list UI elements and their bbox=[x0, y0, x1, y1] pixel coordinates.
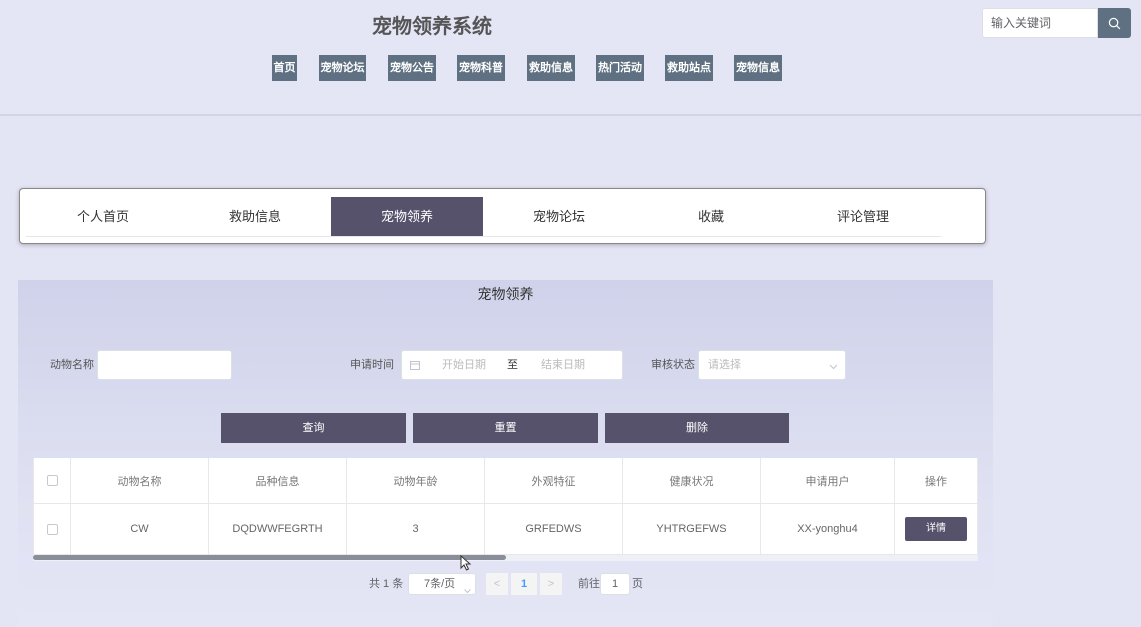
nav-pet-science[interactable]: 宠物科普 bbox=[457, 55, 505, 81]
site-title: 宠物领养系统 bbox=[372, 16, 492, 38]
tab-pet-forum[interactable]: 宠物论坛 bbox=[483, 197, 635, 237]
col-header-breed: 品种信息 bbox=[209, 458, 347, 504]
chevron-down-icon bbox=[464, 581, 471, 601]
search-input[interactable] bbox=[982, 8, 1098, 38]
cell-animal-name: CW bbox=[71, 504, 209, 555]
nav-pet-forum[interactable]: 宠物论坛 bbox=[319, 55, 366, 81]
site-header: 宠物领养系统 首页 宠物论坛 宠物公告 宠物科普 救助信息 热门活动 救助站点 … bbox=[0, 0, 1141, 116]
cell-appearance: GRFEDWS bbox=[485, 504, 623, 555]
cell-health: YHTRGEFWS bbox=[623, 504, 761, 555]
goto-label: 前往 bbox=[578, 578, 600, 590]
cell-user: XX-yonghu4 bbox=[761, 504, 895, 555]
calendar-icon bbox=[410, 351, 420, 379]
animal-name-label: 动物名称 bbox=[50, 359, 94, 371]
next-page-button[interactable]: > bbox=[540, 573, 562, 595]
main-nav: 首页 宠物论坛 宠物公告 宠物科普 救助信息 热门活动 救助站点 宠物信息 bbox=[0, 55, 1141, 81]
status-label: 审核状态 bbox=[651, 359, 695, 371]
row-checkbox[interactable] bbox=[46, 523, 58, 535]
select-all-cell bbox=[33, 458, 71, 504]
col-header-appearance: 外观特征 bbox=[485, 458, 623, 504]
search-button[interactable] bbox=[1098, 8, 1131, 38]
table-header-row: 动物名称 品种信息 动物年龄 外观特征 健康状况 申请用户 操作 bbox=[33, 458, 978, 504]
section-title: 宠物领养 bbox=[477, 286, 534, 302]
nav-home[interactable]: 首页 bbox=[272, 55, 297, 81]
goto-page-input[interactable]: 1 bbox=[600, 573, 630, 595]
page-number-current[interactable]: 1 bbox=[511, 573, 537, 595]
animal-name-input[interactable] bbox=[97, 350, 232, 380]
select-all-checkbox[interactable] bbox=[46, 475, 58, 486]
chevron-down-icon bbox=[829, 361, 838, 373]
tab-underline bbox=[26, 236, 941, 237]
adoption-table: 动物名称 品种信息 动物年龄 外观特征 健康状况 申请用户 操作 CW DQDW… bbox=[33, 458, 978, 555]
start-date-placeholder: 开始日期 bbox=[442, 359, 486, 371]
col-header-user: 申请用户 bbox=[761, 458, 895, 504]
cell-age: 3 bbox=[347, 504, 485, 555]
row-select-cell bbox=[33, 504, 71, 555]
status-placeholder: 请选择 bbox=[708, 359, 741, 371]
reset-button[interactable]: 重置 bbox=[413, 413, 598, 443]
cell-action: 详情 bbox=[895, 504, 978, 555]
detail-button[interactable]: 详情 bbox=[905, 517, 967, 541]
col-header-health: 健康状况 bbox=[623, 458, 761, 504]
nav-rescue-stations[interactable]: 救助站点 bbox=[665, 55, 713, 81]
nav-pet-info[interactable]: 宠物信息 bbox=[734, 55, 782, 81]
scrollbar-thumb[interactable] bbox=[33, 555, 506, 560]
col-header-animal-name: 动物名称 bbox=[71, 458, 209, 504]
date-range-picker[interactable]: 开始日期 至 结束日期 bbox=[401, 350, 623, 380]
mouse-cursor-icon bbox=[460, 554, 472, 576]
search-icon bbox=[1108, 17, 1121, 29]
end-date-placeholder: 结束日期 bbox=[541, 359, 585, 371]
cell-breed: DQDWWFEGRTH bbox=[209, 504, 347, 555]
table-row: CW DQDWWFEGRTH 3 GRFEDWS YHTRGEFWS XX-yo… bbox=[33, 504, 978, 555]
tab-pet-adoption[interactable]: 宠物领养 bbox=[331, 197, 483, 237]
col-header-age: 动物年龄 bbox=[347, 458, 485, 504]
delete-button[interactable]: 删除 bbox=[605, 413, 789, 443]
tab-personal-home[interactable]: 个人首页 bbox=[27, 197, 179, 237]
page-size-value: 7条/页 bbox=[424, 578, 456, 590]
range-separator: 至 bbox=[507, 359, 518, 371]
col-header-action: 操作 bbox=[895, 458, 978, 504]
tab-comment-management[interactable]: 评论管理 bbox=[787, 197, 939, 237]
tab-favorites[interactable]: 收藏 bbox=[635, 197, 787, 237]
nav-pet-notice[interactable]: 宠物公告 bbox=[388, 55, 436, 81]
nav-hot-events[interactable]: 热门活动 bbox=[596, 55, 644, 81]
page-size-select[interactable]: 7条/页 bbox=[408, 573, 476, 595]
tab-rescue-info[interactable]: 救助信息 bbox=[179, 197, 331, 237]
center-tab-bar: 个人首页 救助信息 宠物领养 宠物论坛 收藏 评论管理 bbox=[19, 188, 986, 244]
page-unit-label: 页 bbox=[632, 578, 643, 590]
table-horizontal-scrollbar[interactable] bbox=[33, 555, 978, 561]
query-button[interactable]: 查询 bbox=[221, 413, 406, 443]
pagination-total: 共 1 条 bbox=[369, 578, 404, 590]
prev-page-button[interactable]: < bbox=[486, 573, 508, 595]
status-select[interactable]: 请选择 bbox=[698, 350, 846, 380]
apply-time-label: 申请时间 bbox=[350, 359, 394, 371]
nav-rescue-info[interactable]: 救助信息 bbox=[527, 55, 575, 81]
